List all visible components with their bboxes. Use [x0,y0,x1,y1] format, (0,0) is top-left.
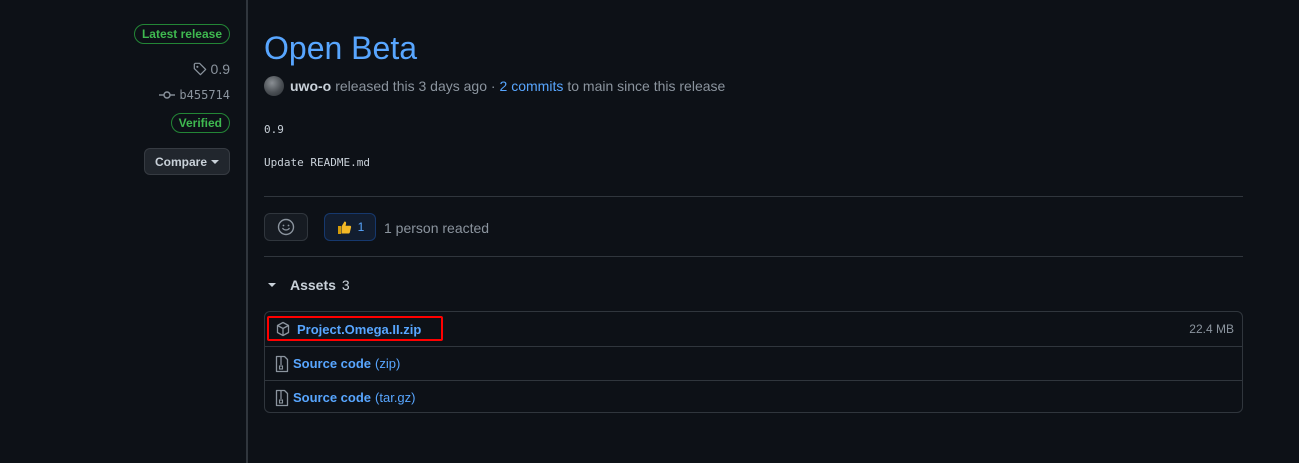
thumbs-up-reaction-button[interactable]: 1 [324,213,376,241]
latest-release-badge: Latest release [133,24,230,44]
release-meta: uwo-o released this 3 days ago · 2 commi… [264,76,725,96]
tag-icon [193,62,206,76]
release-notes-version: 0.9 [264,123,284,136]
triangle-down-icon [268,283,276,287]
reaction-summary: 1 person reacted [384,220,490,236]
list-item: Source code (tar.gz) [265,380,1242,414]
thumbs-up-icon [337,221,351,234]
highlight-box [267,316,443,341]
tag-link[interactable]: 0.9 [193,61,230,77]
assets-count: 3 [341,277,350,293]
asset-size: 22.4 MB [1189,322,1234,336]
divider [264,196,1243,197]
commit-icon [159,91,176,99]
since-text: to main since this release [567,78,726,94]
tag-label: 0.9 [210,61,230,77]
release-page: Latest release 0.9 b455714 Verified Comp… [0,0,1299,463]
compare-button[interactable]: Compare [144,148,230,175]
asset-format[interactable]: (tar.gz) [375,390,415,405]
reaction-count: 1 [357,220,365,234]
timeline-divider [246,0,248,463]
chevron-down-icon [211,159,219,164]
smiley-icon [277,218,295,236]
commits-link[interactable]: 2 commits [500,78,564,94]
release-notes-line: Update README.md [264,156,370,169]
author-link[interactable]: uwo-o [290,78,331,94]
file-zip-icon [275,389,289,406]
verified-badge[interactable]: Verified [170,113,230,133]
asset-link[interactable]: Source code [293,390,371,405]
compare-label: Compare [154,154,207,169]
avatar[interactable] [264,76,284,96]
file-zip-icon [275,355,289,372]
assets-toggle[interactable]: Assets 3 [264,277,350,293]
list-item: Project.Omega.II.zip 22.4 MB [265,312,1242,346]
assets-label: Assets [290,277,336,293]
assets-list: Project.Omega.II.zip 22.4 MB Source code… [264,311,1243,413]
commit-sha: b455714 [179,88,230,102]
commit-link[interactable]: b455714 [159,88,230,102]
release-title[interactable]: Open Beta [264,28,417,68]
divider [264,256,1243,257]
list-item: Source code (zip) [265,346,1242,380]
released-text: released this 3 days ago · [335,78,496,94]
release-sidebar: Latest release 0.9 b455714 Verified Comp… [0,0,246,463]
add-reaction-button[interactable] [264,213,308,241]
asset-format[interactable]: (zip) [375,356,400,371]
asset-link[interactable]: Source code [293,356,371,371]
